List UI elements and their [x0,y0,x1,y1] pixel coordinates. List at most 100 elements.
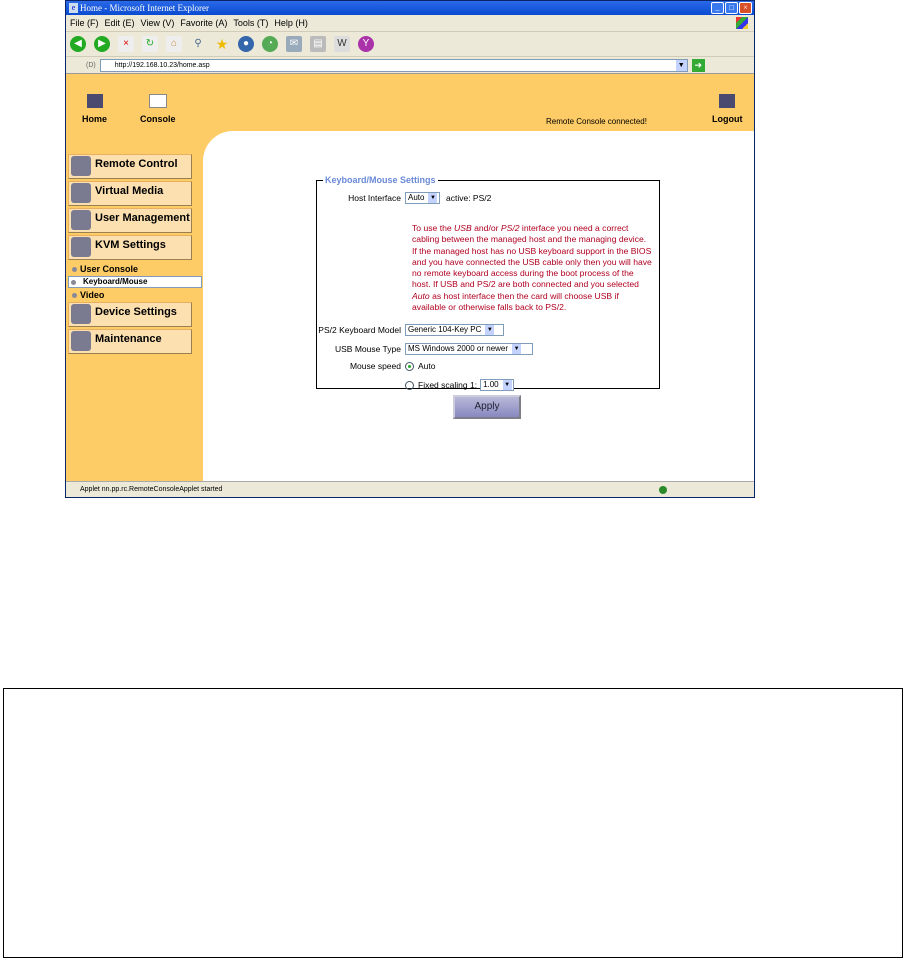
label: User Management [95,212,190,224]
logout-link[interactable]: Logout [712,94,743,124]
sidebar-item-remote-control[interactable]: Remote Control [68,154,192,179]
chevron-down-icon: ▼ [428,193,438,203]
address-label: (D) [86,61,96,69]
sidebar-item-virtual-media[interactable]: Virtual Media [68,181,192,206]
browser-window: e Home - Microsoft Internet Explorer _ □ ×… [65,0,755,498]
connection-status: Remote Console connected! [546,117,647,126]
host-interface-select[interactable]: Auto ▼ [405,192,440,204]
sidebar-item-maintenance[interactable]: Maintenance [68,329,192,354]
speed-auto-label: Auto [418,361,436,371]
mouse-speed-label: Mouse speed [349,361,401,371]
address-input[interactable]: http://192.168.10.23/home.asp ▼ [99,58,688,72]
menu-edit[interactable]: Edit (E) [105,15,135,31]
empty-frame [3,688,903,958]
status-text: Applet nn.pp.rc.RemoteConsoleApplet star… [80,486,223,493]
status-bar: Applet nn.pp.rc.RemoteConsoleApplet star… [66,481,754,498]
mouse-type-label: USB Mouse Type [335,344,401,354]
scaling-select[interactable]: 1.00 ▼ [480,379,515,391]
messenger-icon[interactable]: Y [358,36,374,52]
t: USB [454,223,472,233]
label: Maintenance [95,333,162,345]
label: Device Settings [95,306,177,318]
address-dropdown-icon[interactable]: ▼ [675,59,687,71]
user-management-icon [71,210,91,230]
virtual-media-icon [71,183,91,203]
value: 1.00 [483,380,499,389]
menu-file[interactable]: File (F) [70,15,99,31]
logout-label: Logout [712,114,743,124]
value: Auto [408,193,425,202]
sidebar-item-user-management[interactable]: User Management [68,208,192,233]
speed-auto-radio[interactable] [405,361,414,371]
home-link[interactable]: Home [82,94,107,124]
value: Generic 104-Key PC [408,325,482,334]
mail-icon[interactable]: ✉ [286,36,302,52]
media-icon[interactable]: ● [238,36,254,52]
apply-button[interactable]: Apply [453,395,521,419]
menu-view[interactable]: View (V) [141,15,175,31]
t: To use the [412,223,455,233]
stop-icon[interactable]: × [118,36,134,52]
sidebar-sub-video[interactable]: Video [68,288,192,302]
t: Auto [412,290,430,301]
console-icon [148,94,167,108]
toolbar: ◀ ▶ × ↻ ⌂ ⚲ ★ ● ◔ ✉ ▤ W Y [66,32,754,57]
menu-help[interactable]: Help (H) [274,15,308,31]
back-icon[interactable]: ◀ [70,36,86,52]
home-label: Home [82,114,108,124]
t: and/or [471,223,501,233]
home-icon[interactable]: ⌂ [166,36,182,52]
window-title: Home - Microsoft Internet Explorer [80,3,209,13]
maintenance-icon [71,331,91,351]
sidebar-item-device-settings[interactable]: Device Settings [68,302,192,327]
keyboard-mouse-settings: Keyboard/Mouse Settings Host Interface Au… [316,175,660,391]
chevron-down-icon: ▼ [485,325,495,335]
refresh-icon[interactable]: ↻ [142,36,158,52]
forward-icon[interactable]: ▶ [94,36,110,52]
label: Virtual Media [95,185,164,197]
print-icon[interactable]: ▤ [310,36,326,52]
logout-icon [719,94,736,108]
label: KVM Settings [95,239,166,251]
sidebar: Remote Control Virtual Media User Manage… [68,154,202,356]
console-link[interactable]: Console [140,94,176,124]
title-bar: e Home - Microsoft Internet Explorer _ □ × [66,1,754,15]
speed-fixed-radio[interactable] [405,380,414,390]
minimize-button[interactable]: _ [711,2,724,14]
chevron-down-icon: ▼ [502,380,512,390]
sidebar-sub-keyboard-mouse[interactable]: Keyboard/Mouse [68,276,202,288]
interface-note: To use the USB and/or PS/2 interface you… [412,223,652,313]
t: PS/2 [500,223,520,233]
close-button[interactable]: × [739,2,752,14]
remote-control-icon [71,156,91,176]
menu-favorite[interactable]: Favorite (A) [180,15,227,31]
favorites-icon[interactable]: ★ [214,36,230,52]
internet-zone-icon [659,486,667,494]
edit-icon[interactable]: W [334,36,350,52]
go-button[interactable]: ➜ [691,58,705,72]
value: MS Windows 2000 or newer [408,344,509,353]
search-icon[interactable]: ⚲ [190,36,206,52]
ie-icon: e [69,3,78,13]
sidebar-item-kvm-settings[interactable]: KVM Settings [68,235,192,260]
speed-fixed-label: Fixed scaling 1: [418,380,478,390]
url-text: http://192.168.10.23/home.asp [114,61,210,69]
device-settings-icon [71,304,91,324]
menu-tools[interactable]: Tools (T) [233,15,268,31]
host-active-text: active: PS/2 [446,193,492,203]
host-interface-label: Host Interface [348,193,401,203]
label: Remote Control [95,158,178,170]
kvm-settings-icon [71,237,91,257]
sidebar-sub-user-console[interactable]: User Console [68,262,192,276]
address-bar: (D) http://192.168.10.23/home.asp ▼ ➜ [66,57,754,74]
windows-logo-icon [736,17,748,29]
keyboard-model-select[interactable]: Generic 104-Key PC ▼ [405,324,504,336]
chevron-down-icon: ▼ [512,344,522,354]
t: as host interface then the card will cho… [412,290,619,313]
menu-bar: File (F) Edit (E) View (V) Favorite (A) … [66,15,754,32]
home-nav-icon [86,94,103,108]
mouse-type-select[interactable]: MS Windows 2000 or newer ▼ [405,343,533,355]
maximize-button[interactable]: □ [725,2,738,14]
history-icon[interactable]: ◔ [262,36,278,52]
keyboard-model-label: PS/2 Keyboard Model [318,325,401,335]
